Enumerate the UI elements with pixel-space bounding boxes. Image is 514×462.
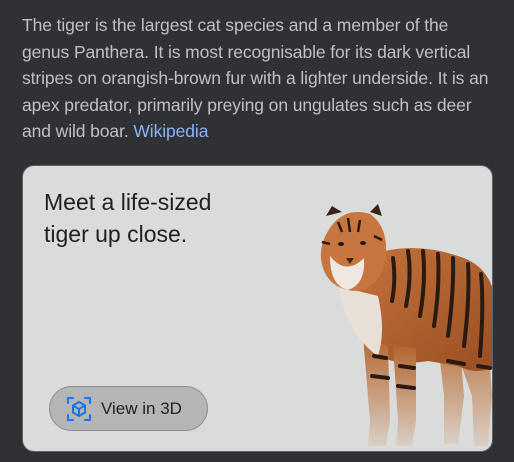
card-title: Meet a life-sized tiger up close.: [44, 189, 212, 247]
view-in-3d-label: View in 3D: [101, 398, 182, 418]
tiger-image: [320, 204, 492, 446]
cube-3d-icon: [66, 396, 92, 422]
knowledge-panel: The tiger is the largest cat species and…: [0, 0, 514, 462]
wikipedia-link[interactable]: Wikipedia: [133, 121, 208, 141]
description-paragraph: The tiger is the largest cat species and…: [22, 12, 500, 145]
description-text: The tiger is the largest cat species and…: [22, 15, 489, 141]
ar-tiger-card[interactable]: Meet a life-sized tiger up close. View i…: [22, 165, 493, 452]
view-in-3d-button[interactable]: View in 3D: [49, 386, 208, 431]
